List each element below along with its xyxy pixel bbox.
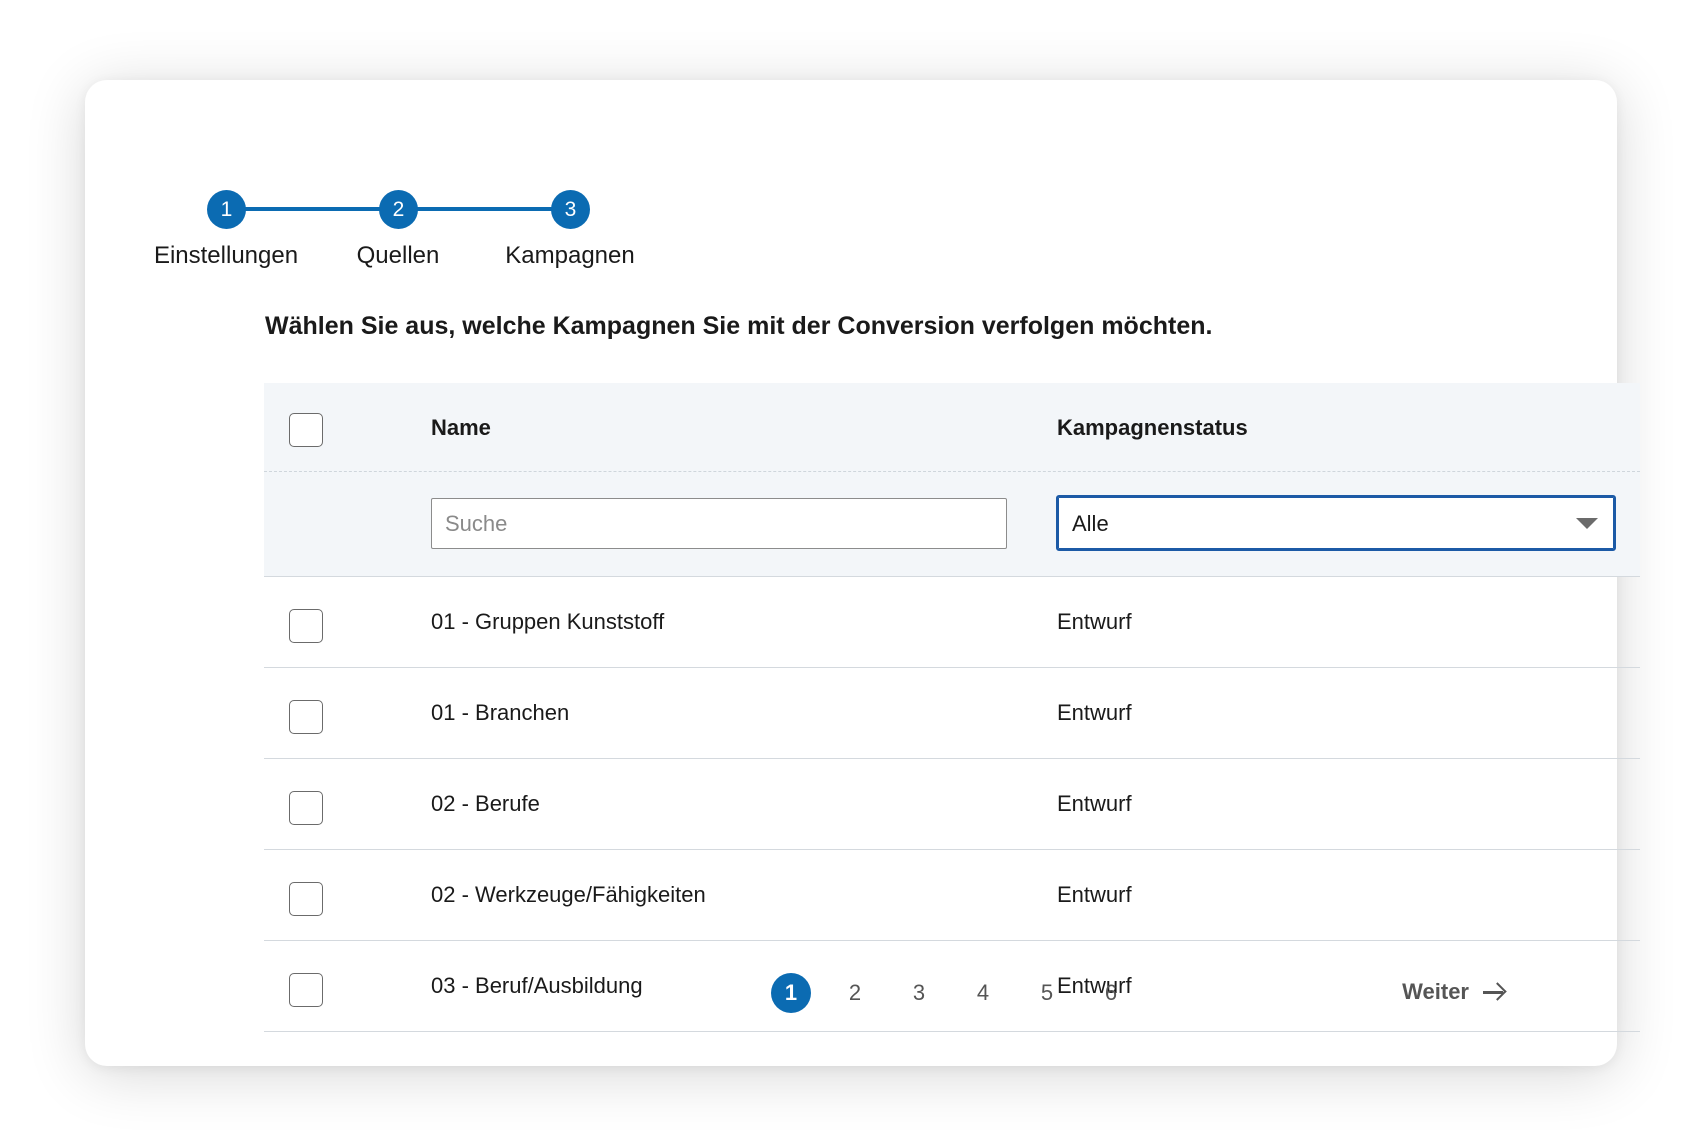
- page-button-1[interactable]: 1: [771, 973, 811, 1013]
- next-button-label: Weiter: [1402, 979, 1469, 1004]
- row-checkbox[interactable]: [289, 700, 323, 734]
- wizard-card: 1 2 3 Einstellungen Quellen Kampagnen Wä…: [85, 80, 1640, 1066]
- step-3-indicator[interactable]: 3: [551, 190, 590, 229]
- campaign-name: 02 - Berufe: [431, 791, 540, 816]
- campaign-name: 01 - Gruppen Kunststoff: [431, 609, 665, 634]
- column-header-name[interactable]: Name: [431, 415, 491, 441]
- table-header: Name Kampagnenstatus: [264, 383, 1640, 472]
- table-row[interactable]: 01 - Branchen Entwurf: [264, 668, 1640, 759]
- search-input[interactable]: [431, 498, 1007, 549]
- page-button-3[interactable]: 3: [899, 973, 939, 1013]
- step-connector: [398, 207, 570, 211]
- page-button-2[interactable]: 2: [835, 973, 875, 1013]
- step-2-label: Quellen: [356, 242, 440, 269]
- campaign-table: Name Kampagnenstatus Alle 01 - Gruppen K…: [264, 383, 1640, 1032]
- step-connector: [226, 207, 398, 211]
- step-1-indicator[interactable]: 1: [207, 190, 246, 229]
- row-checkbox[interactable]: [289, 609, 323, 643]
- status-filter-value: Alle: [1072, 511, 1109, 536]
- page-instruction: Wählen Sie aus, welche Kampagnen Sie mit…: [265, 312, 1213, 340]
- campaign-name: 01 - Branchen: [431, 700, 570, 725]
- step-3-label: Kampagnen: [505, 242, 635, 269]
- select-all-checkbox[interactable]: [289, 413, 323, 447]
- table-row[interactable]: 02 - Werkzeuge/Fähigkeiten Entwurf: [264, 850, 1640, 941]
- pagination: 1 2 3 4 5 6 Weiter: [85, 973, 1617, 1013]
- campaign-name: 02 - Werkzeuge/Fähigkeiten: [431, 882, 706, 907]
- status-filter-select[interactable]: Alle: [1056, 495, 1616, 551]
- filter-row: Alle: [264, 472, 1640, 577]
- table-row[interactable]: 01 - Gruppen Kunststoff Entwurf: [264, 577, 1640, 668]
- column-header-status[interactable]: Kampagnenstatus: [1057, 415, 1248, 441]
- row-checkbox[interactable]: [289, 791, 323, 825]
- arrow-right-icon: [1483, 982, 1505, 1002]
- next-button[interactable]: Weiter: [1402, 979, 1505, 1005]
- page-button-5[interactable]: 5: [1027, 973, 1067, 1013]
- campaign-status: Entwurf: [1057, 700, 1132, 725]
- campaign-status: Entwurf: [1057, 882, 1132, 907]
- step-1-label: Einstellungen: [153, 242, 299, 269]
- campaign-status: Entwurf: [1057, 791, 1132, 816]
- page-button-6[interactable]: 6: [1091, 973, 1131, 1013]
- step-2-indicator[interactable]: 2: [379, 190, 418, 229]
- page-button-4[interactable]: 4: [963, 973, 1003, 1013]
- campaign-status: Entwurf: [1057, 609, 1132, 634]
- stepper: 1 2 3 Einstellungen Quellen Kampagnen: [85, 80, 1617, 280]
- table-row[interactable]: 02 - Berufe Entwurf: [264, 759, 1640, 850]
- chevron-down-icon: [1576, 518, 1598, 529]
- row-checkbox[interactable]: [289, 882, 323, 916]
